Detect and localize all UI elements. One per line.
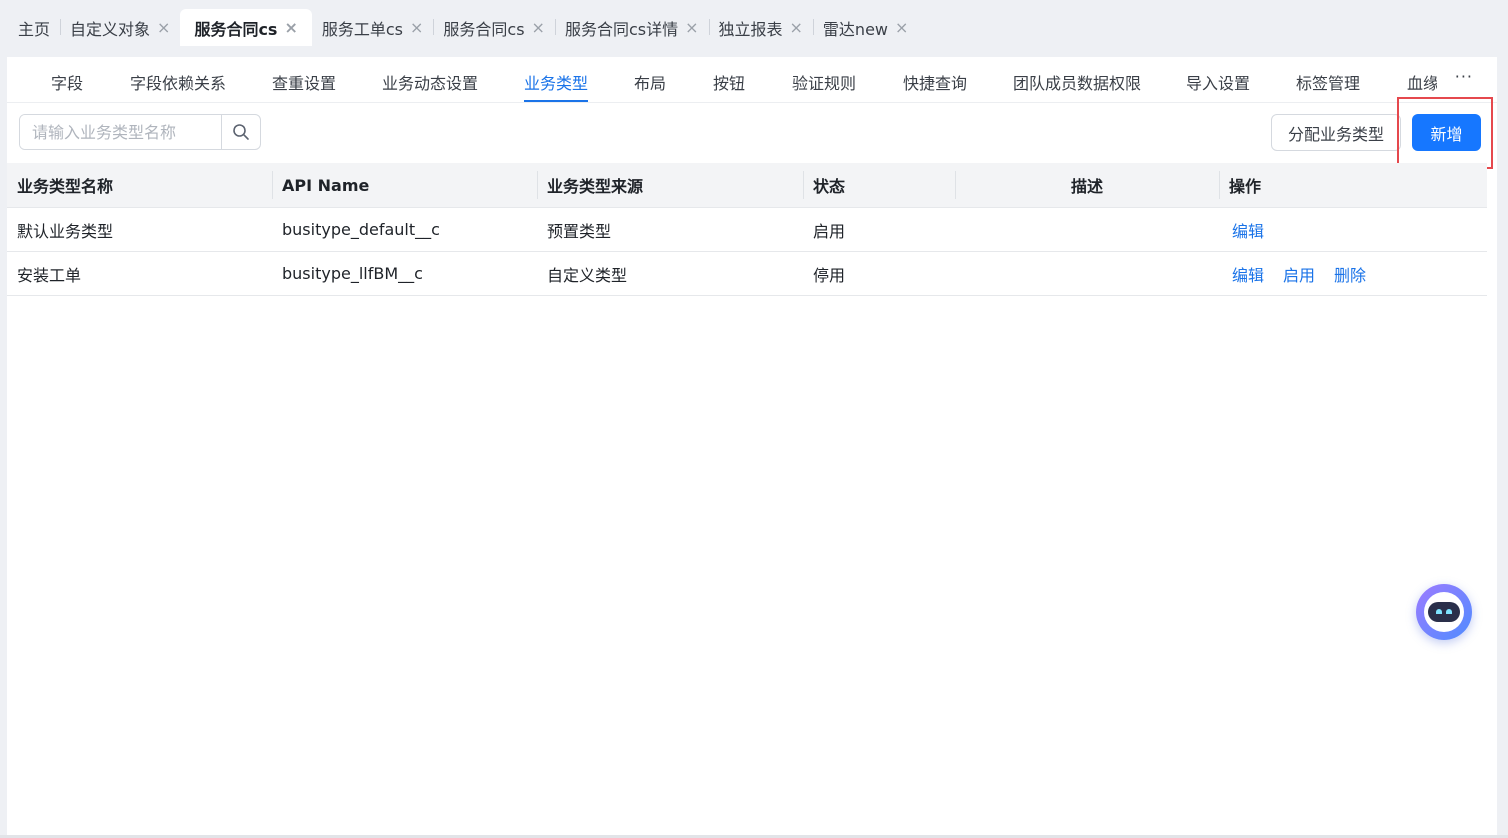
- window-tab-bar: 主页 自定义对象 × 服务合同cs × 服务工单cs × 服务合同cs × 服务…: [0, 0, 1508, 46]
- window-tab-label: 服务合同cs: [443, 19, 525, 39]
- column-header-status: 状态: [803, 163, 955, 207]
- column-header-api-name: API Name: [272, 163, 537, 207]
- table-row: 默认业务类型 busitype_default__c 预置类型 启用 编辑: [7, 208, 1487, 252]
- sub-tab-bar: 字段 字段依赖关系 查重设置 业务动态设置 业务类型 布局 按钮 验证规则 快捷…: [7, 57, 1497, 103]
- search-icon: [233, 124, 249, 140]
- cell-status: 启用: [813, 221, 846, 241]
- window-tab-service-contract[interactable]: 服务合同cs ×: [180, 9, 312, 46]
- close-icon[interactable]: ×: [895, 19, 908, 36]
- tab-validation-rules[interactable]: 验证规则: [792, 70, 856, 94]
- robot-visor: [1428, 602, 1460, 622]
- add-button[interactable]: 新增: [1412, 114, 1481, 151]
- enable-link[interactable]: 启用: [1283, 262, 1315, 286]
- tab-business-types[interactable]: 业务类型: [524, 70, 589, 102]
- close-icon[interactable]: ×: [284, 19, 297, 36]
- tab-activity-settings[interactable]: 业务动态设置: [382, 70, 478, 94]
- main-panel: 字段 字段依赖关系 查重设置 业务动态设置 业务类型 布局 按钮 验证规则 快捷…: [7, 57, 1497, 835]
- assign-business-type-button[interactable]: 分配业务类型: [1271, 114, 1401, 151]
- tab-duplicate-settings[interactable]: 查重设置: [272, 70, 336, 94]
- column-header-source: 业务类型来源: [537, 163, 803, 207]
- window-tab-radar-new[interactable]: 雷达new ×: [812, 9, 918, 46]
- robot-eye-left: [1436, 609, 1442, 614]
- column-header-name: 业务类型名称: [17, 177, 114, 196]
- edit-link[interactable]: 编辑: [1232, 218, 1264, 242]
- window-tab-label: 服务合同cs详情: [564, 19, 679, 39]
- window-tab-label: 独立报表: [718, 19, 783, 39]
- window-tab-label: 主页: [18, 19, 51, 39]
- column-header-actions: 操作: [1219, 163, 1487, 207]
- window-tab-standalone-report[interactable]: 独立报表 ×: [708, 9, 813, 46]
- delete-link[interactable]: 删除: [1334, 262, 1366, 286]
- robot-eye-right: [1446, 609, 1452, 614]
- tab-lineage[interactable]: 血缘: [1407, 70, 1439, 94]
- window-tabs: 主页 自定义对象 × 服务合同cs × 服务工单cs × 服务合同cs × 服务…: [8, 9, 918, 46]
- window-tab-service-contract-detail[interactable]: 服务合同cs详情 ×: [554, 9, 709, 46]
- more-icon[interactable]: ···: [1455, 67, 1473, 86]
- close-icon[interactable]: ×: [157, 19, 170, 36]
- search-button[interactable]: [221, 115, 260, 149]
- tab-layout[interactable]: 布局: [634, 70, 666, 94]
- search-box: [19, 114, 261, 150]
- cell-status: 停用: [813, 265, 846, 285]
- tab-import-settings[interactable]: 导入设置: [1186, 70, 1250, 94]
- tab-buttons[interactable]: 按钮: [713, 70, 745, 94]
- cell-name: 默认业务类型: [17, 221, 114, 241]
- cell-source: 自定义类型: [547, 265, 628, 285]
- window-tab-service-contract-2[interactable]: 服务合同cs ×: [433, 9, 555, 46]
- cell-actions: 编辑 启用 删除: [1219, 252, 1487, 295]
- business-type-table: 业务类型名称 API Name 业务类型来源 状态 描述 操作 默认业务类型 b…: [7, 163, 1487, 296]
- window-tab-custom-object[interactable]: 自定义对象 ×: [60, 9, 180, 46]
- table-header: 业务类型名称 API Name 业务类型来源 状态 描述 操作: [7, 163, 1487, 208]
- robot-face: [1424, 592, 1464, 632]
- window-tab-label: 服务工单cs: [321, 19, 403, 39]
- search-input[interactable]: [20, 115, 221, 149]
- edit-link[interactable]: 编辑: [1232, 262, 1264, 286]
- table-row: 安装工单 busitype_llfBM__c 自定义类型 停用 编辑 启用 删除: [7, 252, 1487, 296]
- window-tab-service-ticket[interactable]: 服务工单cs ×: [312, 9, 434, 46]
- close-icon[interactable]: ×: [532, 19, 545, 36]
- tab-fields[interactable]: 字段: [51, 70, 83, 94]
- cell-description: [955, 208, 1219, 251]
- column-header-description: 描述: [955, 163, 1219, 207]
- window-tab-label: 雷达new: [822, 19, 888, 39]
- close-icon[interactable]: ×: [790, 19, 803, 36]
- close-icon[interactable]: ×: [685, 19, 698, 36]
- cell-actions: 编辑: [1219, 208, 1487, 251]
- window-tab-label: 自定义对象: [70, 19, 151, 39]
- window-tab-label: 服务合同cs: [194, 19, 278, 39]
- tab-team-data-permissions[interactable]: 团队成员数据权限: [1013, 70, 1141, 94]
- cell-source: 预置类型: [547, 221, 612, 241]
- tab-tag-management[interactable]: 标签管理: [1296, 70, 1360, 94]
- tab-quick-search[interactable]: 快捷查询: [903, 70, 967, 94]
- cell-name: 安装工单: [17, 265, 82, 285]
- close-icon[interactable]: ×: [410, 19, 423, 36]
- cell-description: [955, 252, 1219, 295]
- tab-field-dependencies[interactable]: 字段依赖关系: [130, 70, 226, 94]
- robot-assistant-icon[interactable]: [1416, 584, 1472, 640]
- window-tab-home[interactable]: 主页: [8, 9, 60, 46]
- cell-api-name: busitype_default__c: [282, 220, 440, 239]
- cell-api-name: busitype_llfBM__c: [282, 264, 423, 283]
